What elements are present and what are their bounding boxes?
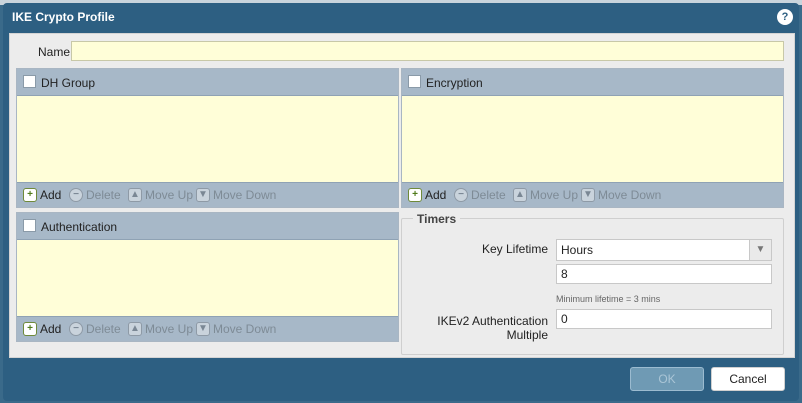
encryption-delete-button[interactable]: − Delete bbox=[454, 188, 506, 202]
authentication-move-up-button[interactable]: ▲ Move Up bbox=[128, 322, 193, 336]
move-up-label: Move Up bbox=[145, 322, 194, 336]
encryption-select-all-checkbox[interactable] bbox=[408, 75, 421, 88]
authentication-move-down-button[interactable]: ▼ Move Down bbox=[196, 322, 276, 336]
move-down-label: Move Down bbox=[598, 188, 662, 202]
help-icon[interactable]: ? bbox=[777, 9, 793, 25]
arrow-up-icon: ▲ bbox=[128, 188, 142, 202]
dialog-body: Name DH Group + Add − Delete ▲ Move Up ▼… bbox=[9, 33, 795, 358]
delete-label: Delete bbox=[86, 322, 121, 336]
move-up-label: Move Up bbox=[530, 188, 579, 202]
ikev2-label-line1: IKEv2 Authentication bbox=[437, 314, 548, 328]
key-lifetime-value: 8 bbox=[561, 267, 568, 281]
ike-crypto-profile-dialog: IKE Crypto Profile ? Name DH Group + Add… bbox=[3, 3, 799, 401]
encryption-move-down-button[interactable]: ▼ Move Down bbox=[581, 188, 661, 202]
arrow-down-icon: ▼ bbox=[581, 188, 595, 202]
key-lifetime-unit-value: Hours bbox=[561, 243, 594, 257]
encryption-header-label: Encryption bbox=[426, 76, 483, 90]
dh-group-move-up-button[interactable]: ▲ Move Up bbox=[128, 188, 193, 202]
encryption-move-up-button[interactable]: ▲ Move Up bbox=[513, 188, 578, 202]
key-lifetime-label: Key Lifetime bbox=[481, 242, 548, 256]
move-down-label: Move Down bbox=[213, 322, 277, 336]
plus-icon: + bbox=[23, 188, 37, 202]
encryption-toolbar: + Add − Delete ▲ Move Up ▼ Move Down bbox=[402, 182, 783, 207]
key-lifetime-unit-select[interactable]: Hours ▼ bbox=[556, 239, 772, 261]
name-input[interactable] bbox=[71, 41, 784, 61]
encryption-add-button[interactable]: + Add bbox=[408, 188, 446, 202]
dh-group-header: DH Group bbox=[17, 69, 398, 96]
add-label: Add bbox=[40, 188, 62, 202]
key-lifetime-input[interactable]: 8 bbox=[556, 264, 772, 284]
minus-circle-icon: − bbox=[69, 188, 83, 202]
timers-legend: Timers bbox=[413, 212, 461, 226]
ikev2-authentication-multiple-input[interactable]: 0 bbox=[556, 309, 772, 329]
cancel-button[interactable]: Cancel bbox=[711, 367, 785, 391]
move-down-label: Move Down bbox=[213, 188, 277, 202]
arrow-up-icon: ▲ bbox=[513, 188, 527, 202]
authentication-delete-button[interactable]: − Delete bbox=[69, 322, 121, 336]
dh-group-select-all-checkbox[interactable] bbox=[23, 75, 36, 88]
ikev2-label-line2: Multiple bbox=[506, 328, 548, 342]
authentication-toolbar: + Add − Delete ▲ Move Up ▼ Move Down bbox=[17, 316, 398, 341]
dh-group-toolbar: + Add − Delete ▲ Move Up ▼ Move Down bbox=[17, 182, 398, 207]
encryption-header: Encryption bbox=[402, 69, 783, 96]
authentication-panel: Authentication + Add − Delete ▲ Move Up … bbox=[16, 212, 399, 342]
add-label: Add bbox=[425, 188, 447, 202]
authentication-add-button[interactable]: + Add bbox=[23, 322, 61, 336]
dialog-title: IKE Crypto Profile bbox=[12, 10, 115, 24]
arrow-up-icon: ▲ bbox=[128, 322, 142, 336]
ikev2-authentication-multiple-value: 0 bbox=[561, 312, 568, 326]
name-label: Name bbox=[38, 45, 71, 59]
arrow-down-icon: ▼ bbox=[196, 188, 210, 202]
chevron-down-icon[interactable]: ▼ bbox=[749, 240, 771, 260]
ikev2-authentication-multiple-label: IKEv2 Authentication Multiple bbox=[437, 314, 548, 342]
arrow-down-icon: ▼ bbox=[196, 322, 210, 336]
dh-group-delete-button[interactable]: − Delete bbox=[69, 188, 121, 202]
dh-group-add-button[interactable]: + Add bbox=[23, 188, 61, 202]
move-up-label: Move Up bbox=[145, 188, 194, 202]
ok-button[interactable]: OK bbox=[630, 367, 704, 391]
minus-circle-icon: − bbox=[454, 188, 468, 202]
dialog-titlebar: IKE Crypto Profile ? bbox=[3, 3, 799, 31]
authentication-header-label: Authentication bbox=[41, 220, 118, 234]
plus-icon: + bbox=[408, 188, 422, 202]
minimum-lifetime-hint: Minimum lifetime = 3 mins bbox=[556, 294, 661, 304]
authentication-select-all-checkbox[interactable] bbox=[23, 219, 36, 232]
authentication-header: Authentication bbox=[17, 213, 398, 240]
timers-fieldset: Timers Key Lifetime Hours ▼ 8 Minimum li… bbox=[401, 212, 784, 355]
add-label: Add bbox=[40, 322, 62, 336]
plus-icon: + bbox=[23, 322, 37, 336]
delete-label: Delete bbox=[471, 188, 506, 202]
encryption-panel: Encryption + Add − Delete ▲ Move Up ▼ Mo… bbox=[401, 68, 784, 208]
dh-group-header-label: DH Group bbox=[41, 76, 96, 90]
minus-circle-icon: − bbox=[69, 322, 83, 336]
dh-group-panel: DH Group + Add − Delete ▲ Move Up ▼ Move… bbox=[16, 68, 399, 208]
delete-label: Delete bbox=[86, 188, 121, 202]
dh-group-move-down-button[interactable]: ▼ Move Down bbox=[196, 188, 276, 202]
